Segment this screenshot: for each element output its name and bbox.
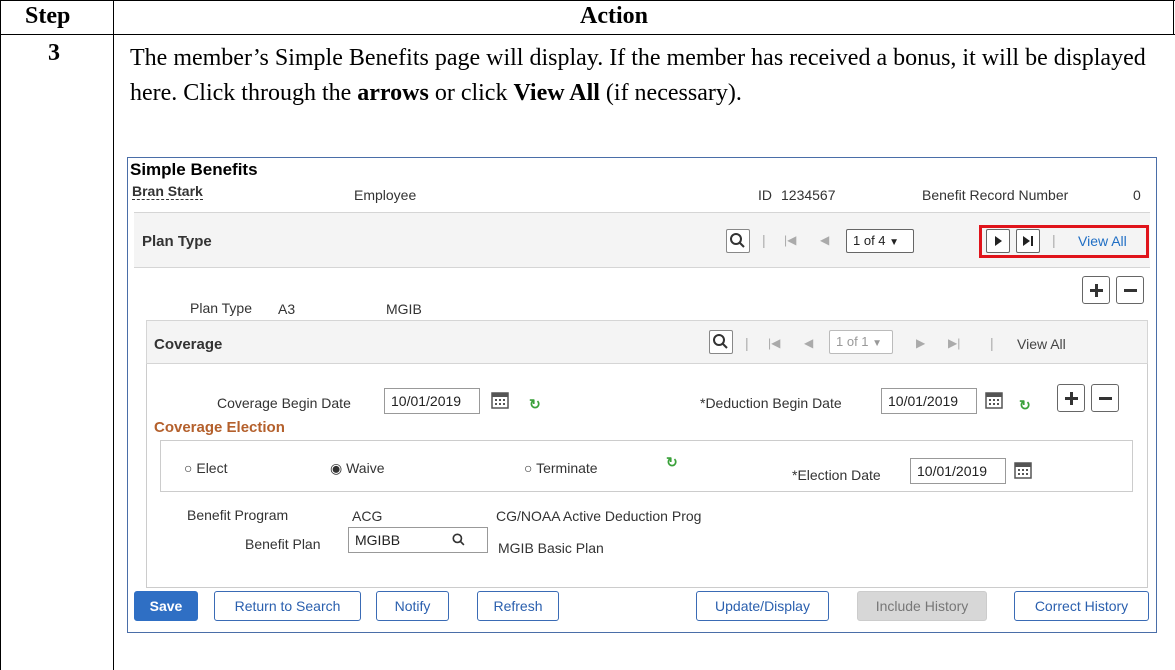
- last-page-button[interactable]: [1016, 229, 1040, 253]
- coverage-bar: [146, 320, 1148, 364]
- last-page-icon: [1023, 236, 1033, 246]
- id-value: 1234567: [781, 187, 836, 203]
- next-icon: [995, 236, 1002, 246]
- minus-icon: [1099, 397, 1112, 400]
- benefit-plan-label: Benefit Plan: [245, 536, 321, 552]
- table-border-top: [0, 0, 1175, 1]
- return-to-search-button[interactable]: Return to Search: [214, 591, 361, 621]
- coverage-pager-select[interactable]: 1 of 1 ▼: [829, 330, 893, 354]
- pager-value: 1 of 1: [836, 334, 869, 349]
- plan-type-code: A3: [278, 301, 296, 317]
- page-title: Simple Benefits: [130, 160, 258, 179]
- separator: |: [1052, 232, 1056, 248]
- deduction-begin-date-input[interactable]: 10/01/2019: [881, 388, 977, 414]
- benefit-record-value: 0: [1133, 187, 1141, 203]
- simple-benefits-screenshot: Simple Benefits Bran Stark Employee ID 1…: [127, 157, 1157, 633]
- benefit-program-description: CG/NOAA Active Deduction Prog: [496, 508, 702, 524]
- radio-terminate-label: Terminate: [536, 460, 598, 476]
- plan-type-description: MGIB: [386, 301, 422, 317]
- remove-coverage-button[interactable]: [1091, 384, 1119, 412]
- separator: |: [762, 232, 766, 248]
- table-border-divider: [113, 0, 114, 670]
- save-button[interactable]: Save: [134, 591, 198, 621]
- instruction-text: The member’s Simple Benefits page will d…: [130, 41, 1150, 111]
- plan-type-search-button[interactable]: [726, 229, 750, 253]
- calendar-icon[interactable]: [490, 390, 510, 413]
- calendar-icon[interactable]: [1013, 460, 1033, 483]
- refresh-button[interactable]: Refresh: [477, 591, 559, 621]
- separator: |: [990, 335, 994, 351]
- coverage-search-button[interactable]: [709, 330, 733, 354]
- header-action: Action: [580, 3, 648, 29]
- refresh-icon[interactable]: ↻: [1019, 397, 1031, 414]
- plan-type-view-all-link[interactable]: View All: [1078, 233, 1127, 249]
- step-number: 3: [48, 40, 60, 66]
- search-icon[interactable]: [450, 531, 468, 552]
- benefit-plan-description: MGIB Basic Plan: [498, 540, 604, 556]
- table-border-left: [0, 0, 1, 670]
- first-page-icon: |◀: [768, 336, 781, 350]
- employee-label: Employee: [354, 187, 417, 203]
- refresh-icon[interactable]: ↻: [666, 454, 678, 471]
- radio-terminate[interactable]: ○ Terminate: [524, 460, 598, 476]
- add-plan-type-button[interactable]: [1082, 276, 1110, 304]
- pager-value: 1 of 4: [853, 233, 886, 248]
- instruction-part3: (if necessary).: [599, 80, 742, 106]
- election-date-label: *Election Date: [792, 467, 881, 483]
- remove-plan-type-button[interactable]: [1116, 276, 1144, 304]
- election-date-input[interactable]: 10/01/2019: [910, 458, 1006, 484]
- plan-type-bar-label: Plan Type: [142, 233, 212, 250]
- separator: |: [745, 335, 749, 351]
- search-icon: [730, 233, 745, 248]
- benefit-program-code: ACG: [352, 508, 383, 524]
- table-border-header-bottom: [0, 34, 1175, 35]
- instruction-bold-view-all: View All: [513, 80, 600, 106]
- coverage-election-title: Coverage Election: [154, 419, 285, 436]
- instruction-part2: or click: [428, 80, 514, 106]
- next-page-button[interactable]: [986, 229, 1010, 253]
- benefit-program-label: Benefit Program: [187, 507, 289, 523]
- calendar-icon[interactable]: [984, 390, 1004, 413]
- radio-waive-label: Waive: [346, 460, 385, 476]
- minus-icon: [1124, 289, 1137, 292]
- radio-elect-label: Elect: [196, 460, 228, 476]
- id-label: ID: [758, 187, 772, 203]
- first-page-icon: |◀: [784, 233, 797, 247]
- notify-button[interactable]: Notify: [376, 591, 449, 621]
- radio-waive[interactable]: ◉ Waive: [330, 460, 385, 477]
- plan-type-pager-select[interactable]: 1 of 4 ▼: [846, 229, 914, 253]
- coverage-begin-date-input[interactable]: 10/01/2019: [384, 388, 480, 414]
- previous-page-icon: ◀: [804, 336, 814, 350]
- last-page-icon[interactable]: ▶|: [948, 336, 960, 350]
- add-coverage-button[interactable]: [1057, 384, 1085, 412]
- refresh-icon[interactable]: ↻: [529, 396, 541, 413]
- chevron-down-icon: ▼: [872, 338, 883, 349]
- table-border-right: [1173, 0, 1174, 35]
- coverage-begin-date-label: Coverage Begin Date: [217, 395, 351, 411]
- chevron-down-icon: ▼: [889, 237, 900, 248]
- header-step: Step: [25, 3, 71, 29]
- next-icon[interactable]: ▶: [916, 336, 925, 350]
- search-icon: [713, 334, 728, 349]
- previous-page-icon: ◀: [820, 233, 830, 247]
- coverage-view-all-link[interactable]: View All: [1017, 336, 1066, 352]
- employee-name[interactable]: Bran Stark: [132, 183, 203, 200]
- correct-history-button[interactable]: Correct History: [1014, 591, 1149, 621]
- update-display-button[interactable]: Update/Display: [696, 591, 829, 621]
- coverage-bar-label: Coverage: [154, 336, 223, 353]
- instruction-bold-arrows: arrows: [357, 80, 429, 106]
- deduction-begin-date-label: *Deduction Begin Date: [700, 395, 842, 411]
- plan-type-label: Plan Type: [190, 300, 253, 316]
- include-history-button: Include History: [857, 591, 987, 621]
- radio-elect[interactable]: ○ Elect: [184, 460, 227, 476]
- benefit-record-label: Benefit Record Number: [922, 187, 1069, 203]
